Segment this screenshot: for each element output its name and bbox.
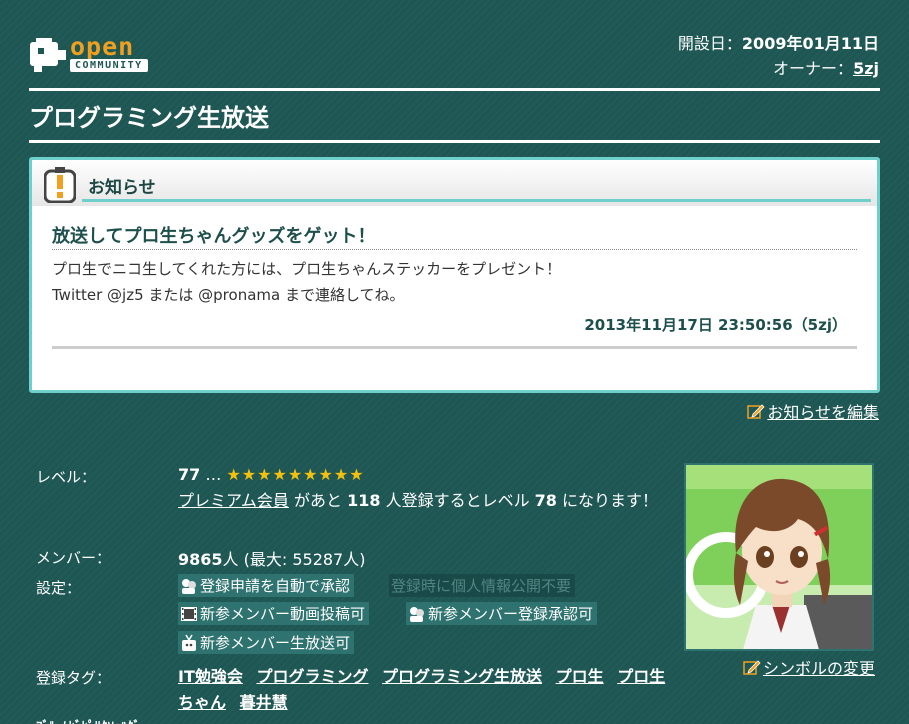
header-divider [29, 88, 880, 91]
exclamation-icon [44, 167, 76, 203]
founded-label: 開設日： [677, 34, 742, 53]
setting-newbie-video: 新参メンバー動画投稿可 [178, 602, 370, 625]
members-label: メンバー： [36, 549, 112, 567]
people-icon [410, 606, 424, 622]
owner-row: オーナー：5zj [678, 56, 879, 81]
members-count: 9865 [178, 550, 223, 569]
founded-row: 開設日：2009年01月11日 [678, 31, 879, 56]
level-next: 78 [534, 491, 557, 510]
notice-label: お知らせ [88, 178, 156, 198]
notice-body: プロ生でニコ生してくれた方には、プロ生ちゃんステッカーをプレゼント！ Twitt… [52, 256, 561, 308]
founded-date: 2009年01月11日 [741, 34, 879, 53]
notice-title: 放送してプロ生ちゃんグッズをゲット！ [52, 226, 376, 247]
setting-no-personal-info: 登録時に個人情報公開不要 [389, 574, 576, 597]
level-ellipsis: … [205, 465, 222, 484]
tag-link[interactable]: プログラミング生放送 [382, 667, 542, 686]
community-symbol-image [684, 463, 874, 651]
notice-header-underline [82, 199, 871, 202]
notice-bottom-divider [52, 346, 857, 349]
edit-pencil-icon [747, 404, 765, 419]
level-desc-part-2: 人登録するとレベル [380, 491, 535, 510]
page-title: プログラミング生放送 [29, 104, 269, 132]
setting-auto-approve: 登録申請を自動で承認 [178, 574, 355, 597]
notice-title-divider [52, 249, 857, 250]
character-illustration [686, 465, 872, 649]
edit-pencil-icon [743, 660, 761, 675]
members-unit: 人 (最大: 55287人) [222, 550, 366, 569]
level-value: 77 [178, 465, 201, 484]
tags-label: 登録タグ： [36, 669, 112, 687]
members-row: 9865人 (最大: 55287人) [178, 546, 365, 570]
notice-line-1: プロ生でニコ生してくれた方には、プロ生ちゃんステッカーをプレゼント！ [52, 260, 562, 278]
level-label: レベル： [36, 468, 97, 486]
community-logo-icon [30, 38, 66, 72]
level-desc-part-1: があと [288, 491, 348, 510]
setting-label: 新参メンバー登録承認可 [428, 605, 594, 623]
tag-link[interactable]: 暮井慧 [240, 693, 288, 712]
change-symbol-link[interactable]: シンボルの変更 [743, 655, 875, 679]
level-stars: ★★★★★★★★★ [226, 465, 365, 484]
community-meta: 開設日：2009年01月11日 オーナー：5zj [678, 31, 879, 81]
setting-label: 登録申請を自動で承認 [200, 577, 351, 595]
notice-panel: お知らせ 放送してプロ生ちゃんグッズをゲット！ プロ生でニコ生してくれた方には、… [29, 157, 880, 393]
owner-link[interactable]: 5zj [853, 59, 879, 78]
edit-notice-link[interactable]: お知らせを編集 [747, 399, 879, 423]
tag-link[interactable]: プログラミング [256, 667, 368, 686]
setting-label: 新参メンバー生放送可 [200, 634, 351, 652]
notice-date: 2013年11月17日 23:50:56（5zj） [584, 316, 847, 334]
level-row: 77 … ★★★★★★★★★ [178, 465, 365, 484]
setting-newbie-live: 新参メンバー生放送可 [178, 631, 355, 654]
edit-notice-label: お知らせを編集 [767, 403, 879, 422]
tv-icon [182, 634, 196, 651]
people-icon [182, 578, 196, 594]
logo-community-text: COMMUNITY [70, 59, 148, 72]
setting-newbie-approve: 新参メンバー登録承認可 [406, 602, 598, 625]
level-description: プレミアム会員 があと 118 人登録するとレベル 78 になります！ [178, 488, 666, 514]
tag-list: IT勉強会 プログラミング プログラミング生放送 プロ生 プロ生ちゃん 暮井慧 [178, 664, 668, 716]
logo-open-text: open [70, 32, 135, 61]
premium-member-link[interactable]: プレミアム会員 [178, 491, 289, 510]
tag-link[interactable]: プロ生 [556, 667, 604, 686]
settings-label: 設定： [36, 579, 82, 597]
film-icon [181, 606, 197, 621]
setting-label: 新参メンバー動画投稿可 [200, 605, 366, 623]
level-desc-part-3: になります！ [556, 491, 659, 510]
change-symbol-label: シンボルの変更 [762, 659, 875, 678]
partial-next-row: ﾌﾞﾙｰﾑﾋﾞﾋﾟﾘｸｿｯﾊｸﾞ [36, 716, 140, 724]
notice-header: お知らせ [32, 160, 877, 206]
tag-link[interactable]: IT勉強会 [178, 667, 243, 686]
setting-label: 登録時に個人情報公開不要 [391, 577, 572, 595]
owner-label: オーナー： [773, 59, 854, 78]
open-community-logo[interactable]: open COMMUNITY [30, 32, 182, 74]
notice-line-2: Twitter @jz5 または @pronama まで連絡してね。 [52, 286, 405, 304]
title-divider [29, 140, 880, 143]
level-remaining: 118 [347, 491, 381, 510]
